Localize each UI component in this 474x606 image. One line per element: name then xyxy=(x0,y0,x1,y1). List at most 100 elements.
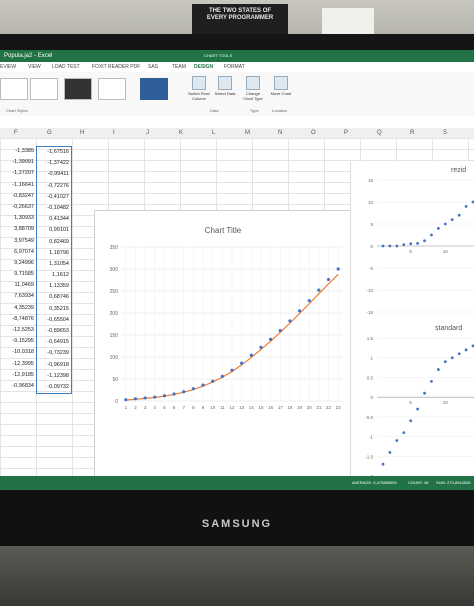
column-f-cell[interactable]: 7,63934 xyxy=(0,291,36,302)
column-f-cell[interactable]: -1,39091 xyxy=(0,157,36,168)
chart-style-thumb[interactable] xyxy=(64,78,92,100)
chart-residuals[interactable]: rezid 15 10 5 0 -5 -10 -15 5 10 standard 1.5 1 0.5 0 -0… xyxy=(350,162,474,479)
column-f-cell[interactable]: -0,83247 xyxy=(0,191,36,202)
column-f-cell[interactable]: -12,9185 xyxy=(0,370,36,381)
data-point xyxy=(409,419,413,423)
data-point xyxy=(162,394,167,398)
column-f-cell[interactable]: 9,24996 xyxy=(0,258,36,269)
column-g-cell[interactable]: 0,68746 xyxy=(37,292,71,303)
column-header-m[interactable]: M xyxy=(245,130,250,136)
column-g-cell[interactable]: 1,1612 xyxy=(37,270,71,281)
x-tick-label: 9 xyxy=(202,405,205,410)
y-tick-label: -0.5 xyxy=(365,415,373,420)
chart-style-thumb-selected[interactable] xyxy=(140,78,168,100)
column-g-cell[interactable]: -0,89653 xyxy=(37,326,71,337)
column-g-cell[interactable]: -0,64915 xyxy=(37,337,71,348)
column-header-k[interactable]: K xyxy=(179,130,183,136)
change-chart-type-button[interactable]: Change Chart Type xyxy=(242,76,264,101)
poster-line-1: THE TWO STATES OF xyxy=(208,8,272,14)
column-f-cell[interactable]: -1,27207 xyxy=(0,168,36,179)
y-tick-label: -1.5 xyxy=(365,454,373,459)
x-tick-label: 4 xyxy=(154,405,157,410)
column-f-cell[interactable]: -12,5253 xyxy=(0,325,36,336)
column-g-cell[interactable]: 0,35215 xyxy=(37,304,71,315)
column-f-cell[interactable]: -12,3995 xyxy=(0,359,36,370)
excel-screen: Popula.ja2 - Excel CHART TOOLS EVIEW VIE… xyxy=(0,50,474,490)
column-f-cell[interactable]: -8,74876 xyxy=(0,314,36,325)
column-header-p[interactable]: P xyxy=(344,130,348,136)
column-g-cell[interactable]: -0,72276 xyxy=(37,181,71,192)
column-g-cell[interactable]: 0,41344 xyxy=(37,214,71,225)
column-header-l[interactable]: L xyxy=(212,130,215,136)
data-point xyxy=(423,391,426,395)
column-g-cell[interactable]: -1,37422 xyxy=(37,158,71,169)
switch-row-column-button[interactable]: Switch Row/ Column xyxy=(188,76,210,101)
tab-view[interactable]: VIEW xyxy=(28,64,41,70)
column-g-cell[interactable]: -1,67516 xyxy=(37,147,71,158)
tab-design[interactable]: DESIGN xyxy=(194,64,213,70)
column-f-cell[interactable]: -0,26637 xyxy=(0,202,36,213)
x-tick-label: 18 xyxy=(287,405,293,410)
column-f-cell[interactable]: 4,35239 xyxy=(0,303,36,314)
column-g-cell[interactable]: -0,09732 xyxy=(37,382,71,393)
column-header-g[interactable]: G xyxy=(47,130,52,136)
chart-style-thumb[interactable] xyxy=(98,78,126,100)
column-g-cell[interactable]: -1,12398 xyxy=(37,371,71,382)
column-g-cell[interactable]: 1,18796 xyxy=(37,248,71,259)
column-f-cell[interactable]: 11,0469 xyxy=(0,280,36,291)
column-header-s[interactable]: S xyxy=(443,130,447,136)
tab-format[interactable]: FORMAT xyxy=(224,64,245,70)
column-header-q[interactable]: Q xyxy=(377,130,382,136)
desk xyxy=(0,546,474,606)
column-header-f[interactable]: F xyxy=(14,130,18,136)
y-tick-label: -10 xyxy=(366,288,373,293)
y-tick-label: 10 xyxy=(368,200,374,205)
column-f-cell[interactable]: 1,30933 xyxy=(0,213,36,224)
tab-team[interactable]: TEAM xyxy=(172,64,186,70)
tab-sas[interactable]: SAS xyxy=(148,64,158,70)
group-location: Location xyxy=(272,108,288,113)
column-g-values[interactable]: -1,67516 -1,37422 -0,99411 -0,72276 -0,41027… xyxy=(36,146,72,395)
column-header-i[interactable]: I xyxy=(113,130,115,136)
chart-style-thumb[interactable] xyxy=(30,78,58,100)
column-g-cell[interactable]: -0,41027 xyxy=(37,192,71,203)
column-g-cell[interactable]: 1,13359 xyxy=(37,281,71,292)
column-header-j[interactable]: J xyxy=(146,130,149,136)
move-chart-button[interactable]: Move Chart xyxy=(270,76,292,96)
group-data: Data xyxy=(210,108,219,113)
column-g-cell[interactable]: 1,31054 xyxy=(37,259,71,270)
column-g-cell[interactable]: -0,65504 xyxy=(37,315,71,326)
column-header-h[interactable]: H xyxy=(80,130,84,136)
column-header-r[interactable]: R xyxy=(410,130,414,136)
column-g-cell[interactable]: -0,99411 xyxy=(37,169,71,180)
column-header-n[interactable]: N xyxy=(278,130,282,136)
column-header-o[interactable]: O xyxy=(311,130,316,136)
select-data-button[interactable]: Select Data xyxy=(214,76,236,96)
column-f-cell[interactable]: 9,71585 xyxy=(0,269,36,280)
data-point xyxy=(259,345,263,349)
column-f-cell[interactable]: -1,16641 xyxy=(0,180,36,191)
column-f-cell[interactable]: -9,15295 xyxy=(0,336,36,347)
column-g-cell[interactable]: 0,99101 xyxy=(37,225,71,236)
data-point xyxy=(450,218,454,221)
column-f-cell[interactable]: -10,0318 xyxy=(0,347,36,358)
data-point xyxy=(172,392,176,396)
column-f-cell[interactable]: 3,97549 xyxy=(0,236,36,247)
column-g-cell[interactable]: -0,96918 xyxy=(37,360,71,371)
column-g-cell[interactable]: 0,82469 xyxy=(37,237,71,248)
tab-foxit[interactable]: FOXIT READER PDF xyxy=(92,64,140,70)
y-tick-label: 0 xyxy=(115,399,118,405)
column-f-cell[interactable]: -1,3385 xyxy=(0,146,36,157)
chart-main[interactable]: Chart Title 0 50 100 150 200 250 300 350 1 2 3 4 5 6 7 8… xyxy=(94,210,352,480)
column-g-cell[interactable]: -0,10482 xyxy=(37,203,71,214)
column-g-cell[interactable]: -0,73239 xyxy=(37,348,71,359)
poster: THE TWO STATES OF EVERY PROGRAMMER xyxy=(192,4,288,34)
tab-load-test[interactable]: LOAD TEST xyxy=(52,64,80,70)
column-f-cell[interactable]: 6,97074 xyxy=(0,247,36,258)
column-f-cell[interactable]: 3,88709 xyxy=(0,224,36,235)
chart-style-thumb[interactable] xyxy=(0,78,28,100)
column-f-cell[interactable]: -0,96834 xyxy=(0,381,36,392)
data-point xyxy=(436,368,440,371)
tab-review[interactable]: EVIEW xyxy=(0,64,16,70)
contextual-tab-label: CHART TOOLS xyxy=(204,53,233,58)
